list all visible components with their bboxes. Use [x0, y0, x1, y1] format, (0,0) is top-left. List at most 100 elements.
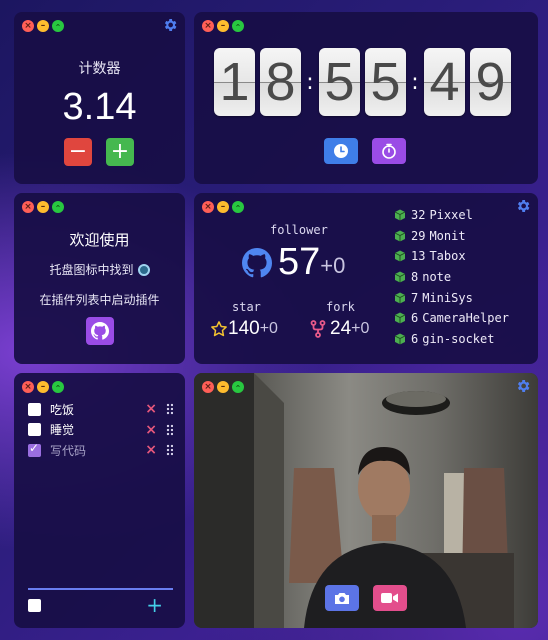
- pin-button[interactable]: [52, 20, 64, 35]
- repo-item[interactable]: 6 CameraHelper: [394, 308, 509, 329]
- cube-icon: [394, 230, 406, 242]
- star-stat: 140 +0: [210, 318, 278, 340]
- drag-handle-icon[interactable]: [166, 403, 173, 415]
- close-button[interactable]: [202, 200, 214, 214]
- cube-icon: [394, 292, 406, 304]
- repo-star-count: 7: [411, 290, 419, 305]
- second-ones-digit: 9: [470, 48, 511, 116]
- close-button[interactable]: [202, 19, 214, 33]
- close-button[interactable]: [22, 380, 34, 394]
- welcome-title: 欢迎使用: [69, 231, 130, 249]
- gear-icon[interactable]: [162, 17, 178, 33]
- window-controls: [22, 200, 64, 216]
- pin-button[interactable]: [52, 381, 64, 396]
- repo-name: Monit: [429, 228, 466, 243]
- fork-label: fork: [326, 300, 355, 314]
- follower-count: 57: [278, 241, 321, 283]
- repo-name: gin-socket: [422, 331, 495, 346]
- minimize-button[interactable]: [217, 19, 229, 33]
- cube-icon: [394, 333, 406, 345]
- delete-todo-button[interactable]: ×: [145, 422, 157, 438]
- delete-todo-button[interactable]: ×: [145, 442, 157, 458]
- repo-item[interactable]: 13 Tabox: [394, 246, 509, 267]
- follower-delta: +0: [320, 252, 346, 278]
- minimize-button[interactable]: [217, 200, 229, 214]
- record-video-button[interactable]: [373, 585, 407, 611]
- star-label: star: [232, 300, 261, 314]
- todo-text: 写代码: [50, 443, 87, 458]
- todo-checkbox[interactable]: [28, 441, 41, 457]
- repo-item[interactable]: 29 Monit: [394, 226, 509, 247]
- repo-item[interactable]: 8 note: [394, 267, 509, 288]
- close-button[interactable]: [22, 200, 34, 214]
- tray-hint-text: 托盘图标中找到: [49, 263, 134, 277]
- minute-ones-digit: 5: [365, 48, 406, 116]
- clock-mode-button[interactable]: [324, 138, 358, 164]
- todo-text: 吃饭: [50, 402, 75, 417]
- fork-icon: [310, 320, 326, 338]
- repo-item[interactable]: 32 Pixxel: [394, 205, 509, 226]
- delete-todo-button[interactable]: ×: [145, 401, 157, 417]
- gear-icon[interactable]: [515, 378, 531, 394]
- todo-text: 睡觉: [50, 423, 75, 438]
- minute-tens-digit: 5: [319, 48, 360, 116]
- todo-widget: 吃饭 × 睡觉 × 写代码 × +: [14, 373, 185, 628]
- cube-icon: [394, 271, 406, 283]
- clock-icon: [334, 144, 348, 158]
- repo-star-count: 29: [411, 228, 426, 243]
- close-button[interactable]: [22, 19, 34, 33]
- drag-handle-icon[interactable]: [166, 444, 173, 456]
- counter-title: 计数器: [78, 61, 121, 77]
- window-controls: [202, 200, 244, 216]
- fork-stat: 24 +0: [310, 318, 369, 340]
- video-camera-icon: [381, 593, 398, 603]
- repo-item[interactable]: 6 gin-socket: [394, 329, 509, 350]
- second-tens-digit: 4: [424, 48, 465, 116]
- cube-icon: [394, 250, 406, 262]
- minimize-button[interactable]: [37, 19, 49, 33]
- camera-preview: [194, 373, 538, 628]
- clock-digits: 1 8 : 5 5 : 4 9: [214, 48, 516, 116]
- drag-handle-icon[interactable]: [166, 423, 173, 436]
- github-icon: [91, 322, 109, 340]
- pin-button[interactable]: [232, 381, 244, 396]
- repo-name: Pixxel: [429, 208, 473, 223]
- repo-name: MiniSys: [422, 290, 473, 305]
- todo-list: 吃饭 × 睡觉 × 写代码 ×: [28, 399, 173, 461]
- clock-separator: :: [306, 69, 314, 95]
- add-todo-button[interactable]: +: [146, 593, 163, 617]
- gear-icon[interactable]: [515, 198, 531, 214]
- timer-mode-button[interactable]: [372, 138, 406, 164]
- minimize-button[interactable]: [37, 200, 49, 214]
- camera-widget: [194, 373, 538, 628]
- welcome-hint-line: 托盘图标中找到: [14, 261, 185, 278]
- close-button[interactable]: [202, 380, 214, 394]
- hour-ones-digit: 8: [260, 48, 301, 116]
- github-button[interactable]: [86, 317, 114, 345]
- todo-checkbox[interactable]: [28, 423, 41, 437]
- fork-delta: +0: [351, 320, 370, 337]
- minimize-button[interactable]: [217, 380, 229, 394]
- star-delta: +0: [259, 320, 278, 337]
- decrement-button[interactable]: −: [64, 138, 92, 166]
- window-controls: [202, 380, 244, 396]
- repo-star-count: 6: [411, 331, 419, 346]
- pin-button[interactable]: [232, 20, 244, 35]
- counter-value: 3.14: [62, 86, 137, 128]
- increment-button[interactable]: +: [106, 138, 134, 166]
- welcome-plugin-hint: 在插件列表中启动插件: [39, 293, 160, 307]
- new-todo-input[interactable]: [28, 588, 173, 590]
- todo-checkbox[interactable]: [28, 402, 41, 416]
- repo-star-count: 13: [411, 249, 426, 264]
- counter-widget: 计数器 3.14 − +: [14, 12, 185, 184]
- take-photo-button[interactable]: [325, 585, 359, 611]
- new-todo-checkbox[interactable]: [28, 599, 41, 612]
- clock-separator: :: [411, 69, 419, 95]
- minimize-button[interactable]: [37, 380, 49, 394]
- follower-stat: 57 +0: [242, 241, 345, 284]
- repo-item[interactable]: 7 MiniSys: [394, 287, 509, 308]
- pin-button[interactable]: [52, 201, 64, 216]
- follower-label: follower: [270, 223, 328, 237]
- pin-button[interactable]: [232, 201, 244, 216]
- camera-icon: [335, 593, 349, 604]
